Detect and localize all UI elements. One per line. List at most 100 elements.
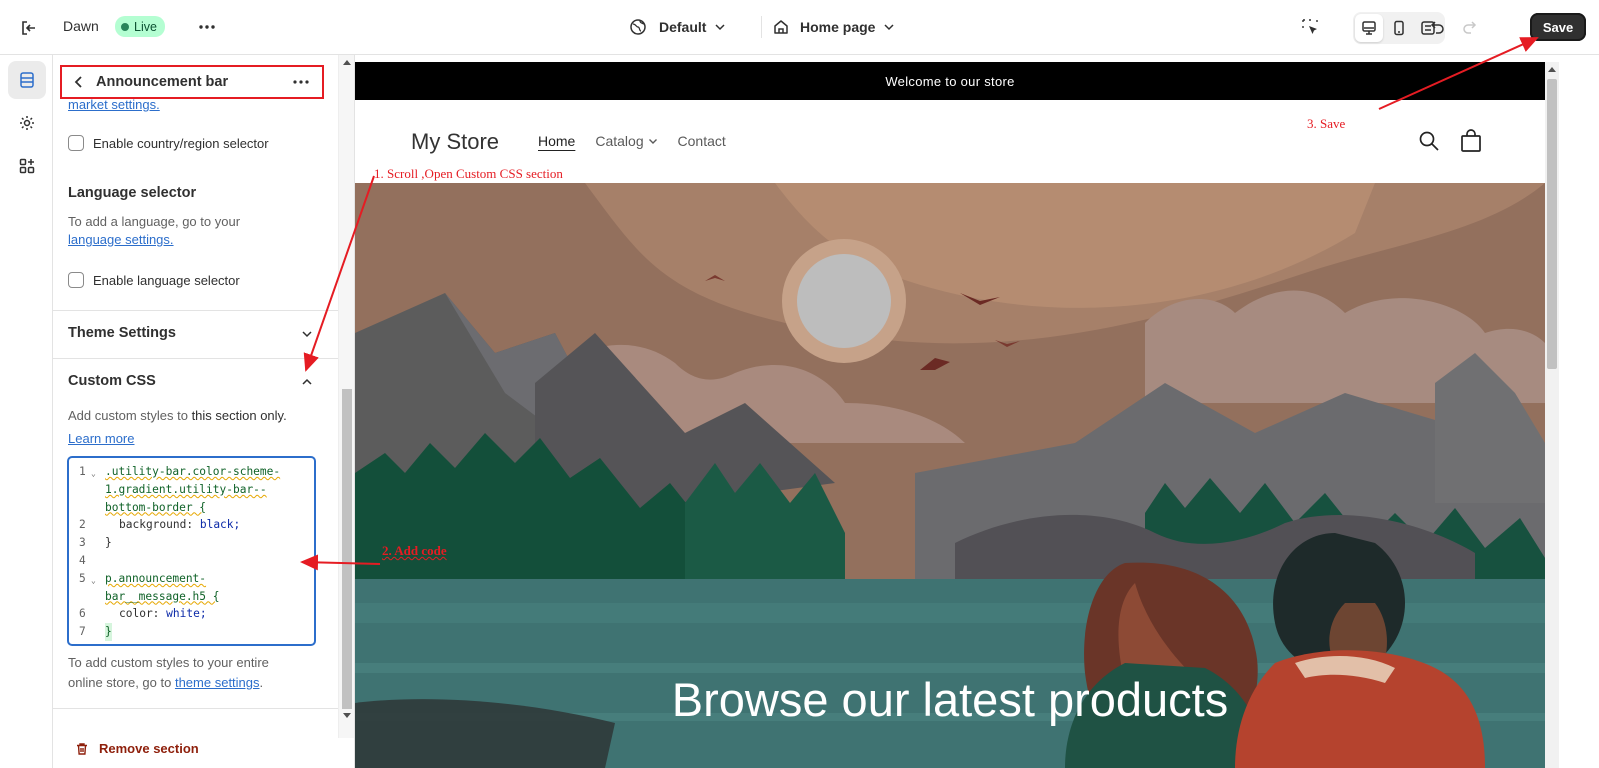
select-cursor-icon — [1302, 19, 1318, 34]
chevron-down-icon — [715, 24, 725, 31]
redo-icon — [1463, 21, 1477, 34]
custom-css-footer-line2: online store, go to theme settings. — [68, 673, 263, 692]
left-rail — [0, 55, 53, 768]
custom-css-desc-bold: this section only. — [191, 408, 287, 423]
remove-section-label: Remove section — [99, 741, 199, 756]
custom-css-desc-text: Add custom styles to — [68, 408, 192, 423]
panel-header: Announcement bar — [60, 65, 324, 99]
theme-settings-link[interactable]: theme settings — [175, 675, 260, 690]
nav-item-contact[interactable]: Contact — [678, 133, 726, 149]
language-help-text: To add a language, go to your — [68, 214, 241, 229]
theme-name: Dawn — [63, 18, 99, 34]
scroll-thumb[interactable] — [1547, 79, 1557, 369]
custom-css-footer-line1: To add custom styles to your entire — [68, 655, 269, 670]
gear-icon — [20, 116, 34, 130]
theme-setting-label: Default — [659, 19, 707, 35]
panel-scrollbar[interactable] — [338, 55, 354, 738]
css-value: black; — [199, 518, 241, 532]
annotation-step3: 3. Save — [1307, 116, 1346, 131]
nav-item-home[interactable]: Home — [538, 133, 575, 149]
code-text: } — [105, 536, 112, 550]
store-nav: Home Catalog Contact — [538, 133, 726, 149]
custom-css-description: Add custom styles to this section only. — [68, 406, 287, 425]
line-number: 7 — [79, 625, 86, 639]
language-selector-checkbox[interactable] — [68, 272, 84, 288]
scroll-up-arrow[interactable] — [1548, 67, 1556, 72]
code-text: p.announcement- — [105, 571, 207, 585]
undo-button[interactable] — [1424, 13, 1452, 41]
scroll-thumb[interactable] — [342, 389, 352, 709]
line-number: 3 — [79, 536, 86, 550]
custom-css-editor[interactable]: 1 ⌄ .utility-bar.color-scheme- 1.gradien… — [67, 456, 316, 646]
trash-icon — [77, 742, 87, 755]
line-number: 6 — [79, 607, 86, 621]
theme-settings-heading[interactable]: Theme Settings — [68, 325, 176, 341]
mobile-icon — [1394, 20, 1404, 36]
desktop-view-button[interactable] — [1355, 14, 1383, 42]
panel-title: Announcement bar — [96, 74, 229, 90]
globe-icon — [630, 19, 646, 35]
exit-icon[interactable] — [18, 17, 40, 39]
chevron-down-icon[interactable] — [301, 328, 313, 340]
redo-button[interactable] — [1455, 13, 1483, 41]
apps-button[interactable] — [8, 147, 46, 185]
toolbar-divider — [761, 16, 762, 38]
theme-setting-select[interactable]: Default — [629, 16, 726, 38]
scroll-down-arrow[interactable] — [343, 713, 351, 718]
line-number: 4 — [79, 554, 86, 567]
more-actions-icon[interactable] — [196, 16, 218, 38]
settings-panel: Announcement bar market settings. Enable… — [53, 55, 340, 768]
line-number: 2 — [79, 518, 86, 532]
custom-css-heading[interactable]: Custom CSS — [68, 373, 156, 389]
cart-icon[interactable] — [1460, 129, 1482, 153]
preview-scrollbar[interactable] — [1545, 62, 1559, 768]
page-select-label: Home page — [800, 19, 876, 35]
hero-heading: Browse our latest products — [671, 673, 1229, 726]
country-selector-checkbox[interactable] — [68, 135, 84, 151]
code-text: .utility-bar.color-scheme- — [105, 465, 281, 478]
fold-icon[interactable]: ⌄ — [91, 572, 96, 590]
market-settings-link[interactable]: market settings. — [68, 97, 160, 112]
status-label: Live — [134, 19, 157, 34]
chevron-down-icon — [884, 24, 894, 31]
css-property: background: — [119, 518, 194, 532]
store-logo[interactable]: My Store — [411, 129, 499, 155]
chevron-down-icon — [648, 139, 657, 144]
fold-icon[interactable]: ⌄ — [91, 465, 96, 483]
scroll-up-arrow[interactable] — [343, 60, 351, 65]
language-settings-link[interactable]: language settings. — [68, 232, 174, 247]
chevron-up-icon[interactable] — [301, 376, 313, 388]
desktop-icon — [1362, 21, 1376, 35]
apps-icon — [19, 158, 35, 174]
country-selector-checkbox-row[interactable]: Enable country/region selector — [68, 135, 269, 151]
learn-more-link[interactable]: Learn more — [68, 431, 134, 446]
back-icon[interactable] — [72, 75, 86, 89]
top-bar: Dawn Live Default Home page Save — [0, 0, 1599, 55]
inspector-button[interactable] — [1296, 13, 1324, 41]
sections-icon — [20, 72, 34, 88]
line-number: 1 — [79, 465, 86, 478]
undo-icon — [1430, 21, 1444, 34]
theme-settings-button[interactable] — [8, 104, 46, 142]
css-value: white; — [166, 607, 207, 621]
footer-text: . — [259, 675, 264, 690]
live-dot-icon — [121, 22, 129, 31]
code-text: } — [105, 623, 112, 641]
remove-section-button[interactable]: Remove section — [75, 741, 199, 756]
divider — [53, 708, 340, 709]
divider — [53, 358, 340, 359]
language-selector-label: Enable language selector — [93, 272, 240, 288]
announcement-bar[interactable]: Welcome to our store — [355, 62, 1545, 100]
save-button[interactable]: Save — [1530, 13, 1586, 41]
search-icon[interactable] — [1418, 130, 1440, 152]
mobile-view-button[interactable] — [1385, 14, 1413, 42]
code-text: bar__message.h5 { — [105, 589, 220, 603]
code-text: 1.gradient.utility-bar-- — [105, 482, 267, 496]
more-icon[interactable] — [292, 75, 310, 89]
language-selector-checkbox-row[interactable]: Enable language selector — [68, 272, 240, 288]
nav-item-catalog[interactable]: Catalog — [595, 133, 657, 149]
css-property: color: — [119, 607, 160, 621]
line-number: 5 — [79, 571, 86, 585]
sections-button[interactable] — [8, 61, 46, 99]
page-select[interactable]: Home page — [772, 16, 895, 38]
